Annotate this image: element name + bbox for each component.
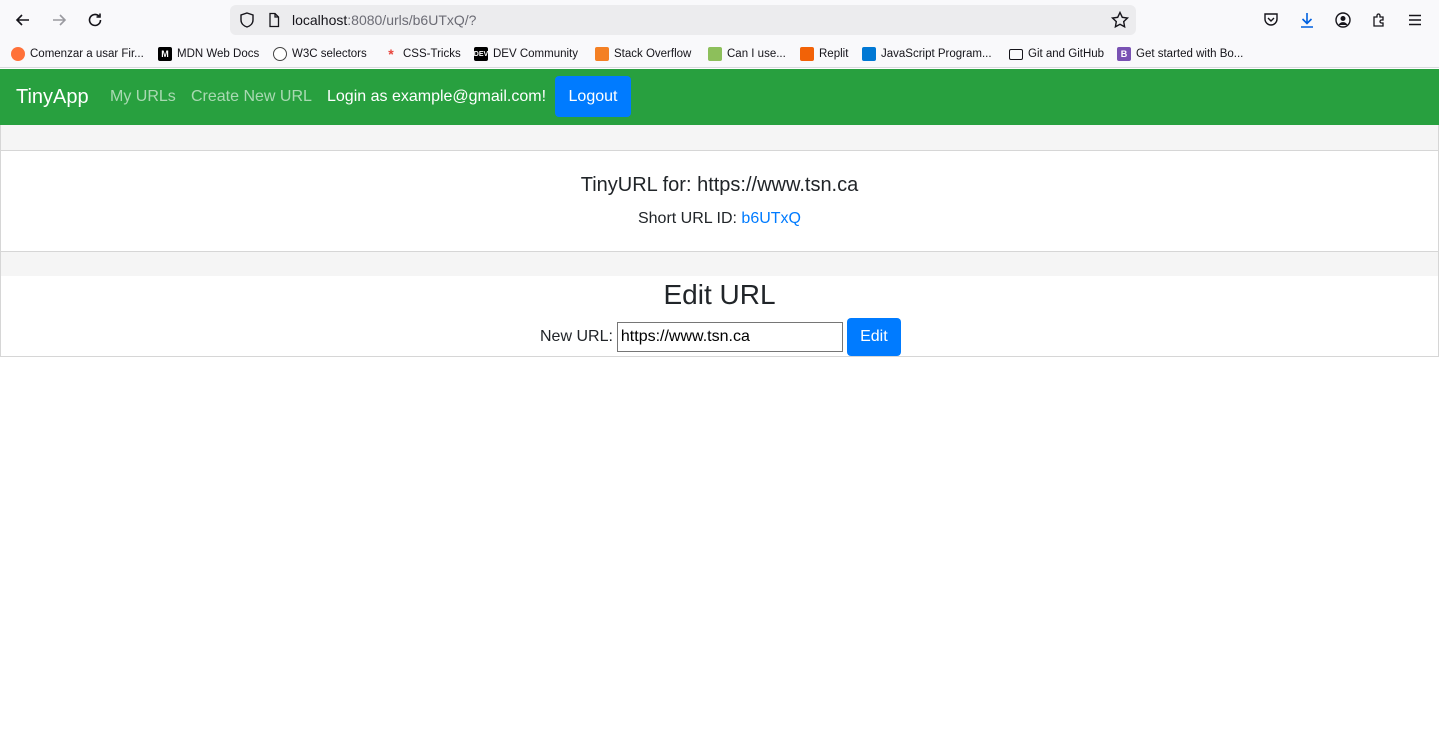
bookmark-item[interactable]: Stack Overflow: [595, 46, 691, 62]
forward-button[interactable]: [47, 8, 71, 32]
reload-icon: [88, 13, 102, 27]
reload-button[interactable]: [83, 8, 107, 32]
new-url-label: New URL:: [540, 328, 613, 345]
account-button[interactable]: [1333, 10, 1353, 30]
stackoverflow-icon: [595, 47, 609, 61]
short-url-link[interactable]: b6UTxQ: [741, 210, 801, 227]
bookmark-item[interactable]: Comenzar a usar Fir...: [11, 46, 144, 62]
replit-icon: [800, 47, 814, 61]
extensions-button[interactable]: [1369, 10, 1389, 30]
downloads-button[interactable]: [1297, 10, 1317, 30]
bookmark-item[interactable]: B Get started with Bo...: [1117, 46, 1243, 62]
dev-icon: DEV: [474, 47, 488, 61]
bookmarks-bar: Comenzar a usar Fir... M MDN Web Docs W3C…: [0, 40, 1439, 68]
arrow-left-icon: [15, 14, 29, 26]
edit-button[interactable]: Edit: [846, 318, 901, 356]
css-tricks-icon: *: [388, 46, 394, 62]
bookmark-item[interactable]: M MDN Web Docs: [158, 46, 259, 62]
bookmark-item[interactable]: Git and GitHub: [1009, 46, 1104, 62]
bookmark-item[interactable]: W3C selectors: [273, 46, 367, 62]
url-card: TinyURL for: https://www.tsn.ca Short UR…: [0, 125, 1439, 357]
create-new-url-link[interactable]: Create New URL: [191, 88, 312, 106]
vscode-icon: [862, 47, 876, 61]
shield-icon[interactable]: [238, 11, 256, 29]
caniuse-icon: [708, 47, 722, 61]
download-icon: [1301, 13, 1313, 28]
card-header: [1, 125, 1438, 151]
card-title: TinyURL for: https://www.tsn.ca: [580, 174, 859, 196]
account-icon: [1335, 12, 1351, 28]
url-text[interactable]: localhost:8080/urls/b6UTxQ/?: [292, 12, 476, 28]
my-urls-link[interactable]: My URLs: [110, 88, 176, 106]
pocket-button[interactable]: [1261, 10, 1281, 30]
login-status: Login as example@gmail.com!: [327, 88, 547, 105]
back-button[interactable]: [11, 8, 35, 32]
menu-button[interactable]: [1405, 10, 1425, 30]
puzzle-icon: [1373, 13, 1384, 27]
arrow-right-icon: [53, 14, 67, 26]
bookmark-item[interactable]: Replit: [800, 46, 848, 62]
app-navbar: TinyApp My URLs Create New URL Login as …: [0, 69, 1439, 125]
mdn-icon: M: [158, 47, 172, 61]
edit-url-heading: Edit URL: [663, 279, 776, 310]
address-bar[interactable]: localhost:8080/urls/b6UTxQ/?: [230, 5, 1136, 35]
hamburger-icon: [1409, 14, 1421, 26]
brand-link[interactable]: TinyApp: [16, 86, 89, 109]
page-icon: [269, 12, 280, 28]
folder-icon: [1009, 48, 1023, 60]
logout-button[interactable]: Logout: [555, 76, 631, 117]
bootstrap-icon: B: [1117, 47, 1131, 61]
bookmark-star-icon[interactable]: [1110, 10, 1130, 30]
short-url-text: Short URL ID: b6UTxQ: [637, 210, 801, 227]
pocket-icon: [1264, 13, 1278, 26]
bookmark-item[interactable]: * CSS-Tricks: [384, 46, 460, 62]
edit-url-form: New URL: Edit: [540, 318, 901, 356]
browser-toolbar: localhost:8080/urls/b6UTxQ/?: [0, 0, 1439, 40]
firefox-icon: [11, 47, 25, 61]
bookmark-item[interactable]: DEV DEV Community: [474, 46, 578, 62]
bookmark-item[interactable]: JavaScript Program...: [862, 46, 992, 62]
card-footer: [1, 251, 1438, 276]
new-url-input[interactable]: [616, 322, 843, 352]
globe-icon: [273, 47, 287, 61]
bookmark-item[interactable]: Can I use...: [708, 46, 786, 62]
